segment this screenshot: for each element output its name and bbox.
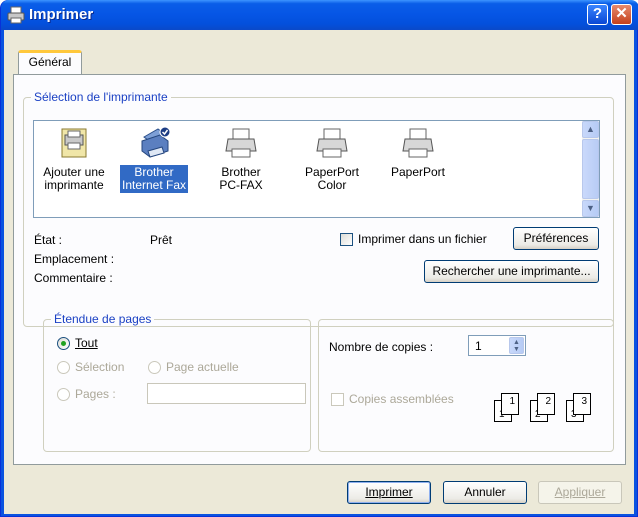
printer-label: Ajouter une imprimante — [43, 165, 105, 192]
printer-item-paperport[interactable]: PaperPort — [378, 123, 458, 180]
window-title: Imprimer — [29, 6, 94, 23]
radio-current-page-label[interactable]: Page actuelle — [166, 360, 239, 374]
copy-page-icon: 2 — [537, 393, 555, 415]
copies-count-value: 1 — [475, 339, 482, 353]
printer-list[interactable]: Ajouter une imprimante Brother Internet Fa… — [33, 120, 600, 218]
radio-pages-label[interactable]: Pages : — [75, 387, 116, 401]
scroll-up-button[interactable]: ▲ — [582, 121, 599, 138]
title-bar[interactable]: Imprimer ? ✕ — [1, 0, 638, 30]
copy-page-icon: 1 — [501, 393, 519, 415]
print-to-file-label[interactable]: Imprimer dans un fichier — [358, 232, 487, 246]
close-button[interactable]: ✕ — [611, 4, 632, 25]
dialog-client: Général Sélection de l'imprimante Ajoute… — [4, 30, 634, 514]
print-to-file-checkbox[interactable] — [340, 233, 353, 246]
chevron-up-icon: ▲ — [586, 124, 595, 134]
printer-icon — [400, 125, 436, 161]
radio-all-label[interactable]: Tout — [75, 336, 98, 350]
printer-icon — [7, 6, 25, 24]
status-value: Prêt — [150, 233, 173, 247]
printer-item-paperport-color[interactable]: PaperPort Color — [292, 123, 372, 193]
comment-label: Commentaire : — [34, 271, 113, 285]
location-label: Emplacement : — [34, 252, 115, 266]
chevron-down-icon: ▼ — [586, 203, 595, 213]
printer-label: PaperPort Color — [304, 165, 360, 192]
printer-list-scrollbar[interactable]: ▲ ▼ — [582, 121, 599, 217]
preferences-button[interactable]: Préférences — [513, 227, 599, 250]
page-range-legend: Étendue de pages — [51, 312, 155, 326]
cancel-button[interactable]: Annuler — [443, 481, 527, 504]
printer-selection-legend: Sélection de l'imprimante — [31, 90, 171, 104]
tab-general[interactable]: Général — [18, 50, 82, 74]
pages-input[interactable] — [147, 383, 306, 404]
collate-label[interactable]: Copies assemblées — [349, 392, 454, 406]
radio-pages[interactable] — [57, 388, 70, 401]
help-button[interactable]: ? — [587, 4, 608, 25]
print-button[interactable]: Imprimer — [347, 481, 431, 504]
radio-selection[interactable] — [57, 361, 70, 374]
copies-count-spinner[interactable]: 1 ▲ ▼ — [468, 335, 526, 356]
scroll-down-button[interactable]: ▼ — [582, 200, 599, 217]
copies-group — [318, 319, 614, 452]
apply-button[interactable]: Appliquer — [538, 481, 622, 504]
printer-label: Brother Internet Fax — [119, 165, 189, 193]
printer-icon — [223, 125, 259, 161]
collate-checkbox[interactable] — [331, 393, 344, 406]
printer-icon — [314, 125, 350, 161]
radio-dot — [61, 341, 66, 346]
scroll-thumb[interactable] — [582, 139, 599, 199]
print-button-label: Imprimer — [365, 485, 413, 499]
print-dialog: Imprimer ? ✕ Général Sélection de l'impr… — [0, 0, 638, 517]
spinner-arrows-icon[interactable]: ▲ ▼ — [509, 337, 524, 354]
radio-all[interactable] — [57, 337, 70, 350]
printer-label: Brother PC-FAX — [219, 165, 263, 192]
copy-page-icon: 3 — [573, 393, 591, 415]
radio-selection-label[interactable]: Sélection — [75, 360, 124, 374]
printer-item-add[interactable]: Ajouter une imprimante — [34, 123, 114, 193]
copies-count-label: Nombre de copies : — [329, 340, 434, 354]
close-icon: ✕ — [615, 5, 628, 22]
apply-button-label: Appliquer — [554, 485, 606, 499]
printer-label: PaperPort — [390, 165, 446, 179]
printer-item-brother-pc-fax[interactable]: Brother PC-FAX — [201, 123, 281, 193]
add-printer-icon — [56, 125, 92, 161]
status-label: État : — [34, 233, 63, 247]
printer-icon — [136, 125, 172, 161]
find-printer-button[interactable]: Rechercher une imprimante... — [424, 260, 599, 283]
printer-item-brother-internet-fax[interactable]: Brother Internet Fax — [114, 123, 194, 193]
radio-current-page[interactable] — [148, 361, 161, 374]
